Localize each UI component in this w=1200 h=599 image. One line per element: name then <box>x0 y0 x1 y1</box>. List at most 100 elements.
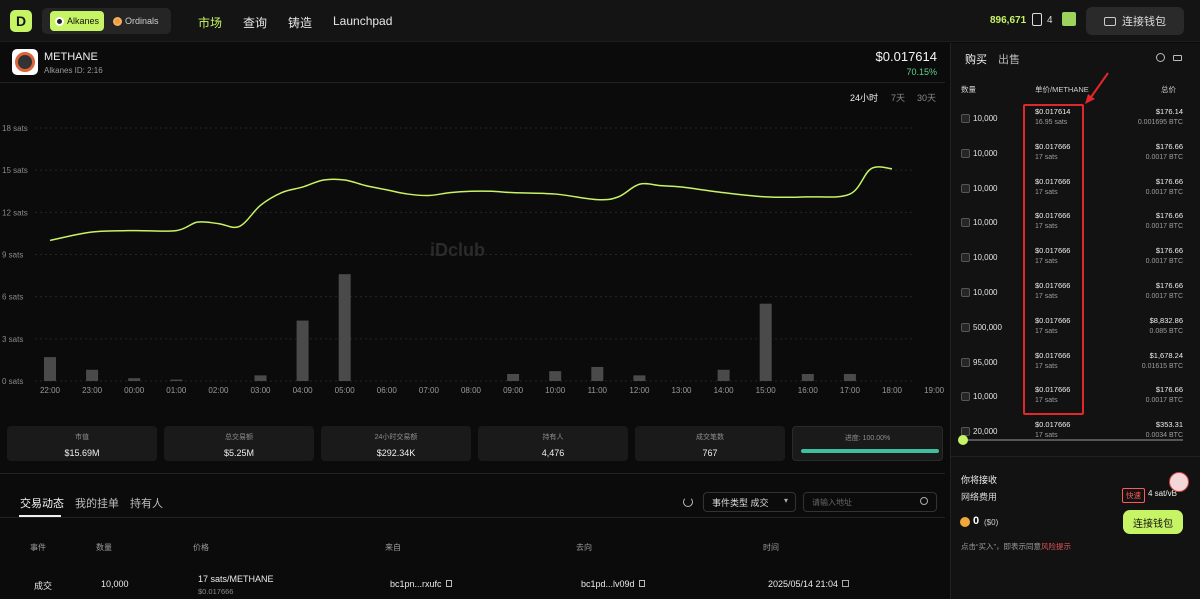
copy-icon[interactable] <box>638 580 645 587</box>
protocol-alkanes[interactable]: Alkanes <box>50 11 105 31</box>
order-checkbox[interactable] <box>961 253 970 263</box>
row-event: 成交 <box>34 581 53 591</box>
network-icon[interactable] <box>1062 12 1076 26</box>
order-checkbox[interactable] <box>961 148 970 158</box>
row-from[interactable]: bc1pn...rxufc <box>390 579 452 589</box>
refresh-icon[interactable] <box>683 497 693 507</box>
order-checkbox[interactable] <box>961 183 970 193</box>
x-tick-label: 12:00 <box>629 386 650 395</box>
x-tick-label: 23:00 <box>82 386 103 395</box>
divider <box>0 517 945 518</box>
refresh-icon[interactable] <box>1156 53 1165 62</box>
volume-bar[interactable] <box>254 375 267 381</box>
ob-header-quantity: 数量 <box>961 85 976 94</box>
event-type-select[interactable]: 事件类型 成交 ▾ <box>703 492 796 512</box>
row-time[interactable]: 2025/05/14 21:04 <box>768 579 850 589</box>
row-to[interactable]: bc1pd...lv09d <box>581 579 645 589</box>
quantity-slider-track[interactable] <box>963 439 1183 441</box>
x-tick-label: 02:00 <box>208 386 229 395</box>
timeframe-7d[interactable]: 7天 <box>891 91 905 104</box>
chevron-down-icon: ▾ <box>783 496 788 505</box>
x-tick-label: 18:00 <box>882 386 903 395</box>
order-checkbox[interactable] <box>961 322 970 332</box>
volume-bar[interactable] <box>44 357 56 381</box>
token-avatar <box>12 49 38 75</box>
volume-bar[interactable] <box>843 373 856 381</box>
annotation-arrow-icon <box>1085 72 1109 104</box>
tab-trade-activity[interactable]: 交易动态 <box>20 495 64 511</box>
x-tick-label: 10:00 <box>545 386 566 395</box>
stat-total-volume: 总交易额 $5.25M <box>164 426 314 461</box>
coin-icon <box>960 517 970 527</box>
chart-watermark: iDclub <box>430 240 486 260</box>
tab-my-orders[interactable]: 我的挂单 <box>75 495 119 511</box>
ob-header-unit-price[interactable]: 单价/METHANE <box>1035 84 1089 95</box>
protocol-ordinals[interactable]: Ordinals <box>108 11 164 31</box>
connect-wallet-button[interactable]: 连接钱包 <box>1086 7 1184 35</box>
tab-sell[interactable]: 出售 <box>998 51 1020 67</box>
header-price: 价格 <box>193 543 209 552</box>
order-total-btc: 0.001695 BTC <box>1137 119 1183 126</box>
nav-market[interactable]: 市场 <box>198 14 222 31</box>
price-line <box>49 166 893 242</box>
volume-bar[interactable] <box>717 369 730 381</box>
order-total-usd: $353.31 <box>1155 420 1183 430</box>
stat-holders: 持有人 4,476 <box>478 426 628 461</box>
volume-bar[interactable] <box>549 371 562 381</box>
order-checkbox[interactable] <box>961 357 970 367</box>
alkanes-icon <box>55 16 64 26</box>
search-icon[interactable] <box>920 497 928 505</box>
x-tick-label: 14:00 <box>714 386 735 395</box>
volume-bar[interactable] <box>759 303 772 381</box>
token-id: Alkanes ID: 2:16 <box>44 66 103 75</box>
x-tick-label: 05:00 <box>335 386 356 395</box>
gas-pump-icon[interactable] <box>1032 13 1042 26</box>
connect-wallet-button[interactable]: 连接钱包 <box>1123 510 1183 534</box>
order-quantity: 10,000 <box>973 288 998 297</box>
volume-bar[interactable] <box>128 378 141 381</box>
address-search-input[interactable] <box>803 492 937 512</box>
order-total-usd: $8,832.86 <box>1149 315 1183 325</box>
risk-link[interactable]: 风险提示 <box>1041 542 1071 551</box>
volume-bar[interactable] <box>633 375 646 381</box>
volume-bar[interactable] <box>86 369 99 381</box>
fee-speed-badge[interactable]: 快速 <box>1122 488 1145 503</box>
nav-query[interactable]: 查询 <box>243 14 267 31</box>
tab-buy[interactable]: 购买 <box>965 51 987 67</box>
volume-bar[interactable] <box>338 274 351 381</box>
external-link-icon[interactable] <box>842 580 850 587</box>
timeframe-24h[interactable]: 24小时 <box>850 91 878 104</box>
tab-holders[interactable]: 持有人 <box>130 495 163 511</box>
volume-bar[interactable] <box>296 320 309 381</box>
stat-24h-volume: 24小时交易额 $292.34K <box>321 426 471 461</box>
row-quantity: 10,000 <box>101 579 129 589</box>
network-fee-label: 网络费用 <box>961 492 998 502</box>
filter-icon[interactable] <box>1173 55 1182 61</box>
volume-bar[interactable] <box>507 373 520 381</box>
order-quantity: 10,000 <box>973 253 998 263</box>
volume-bar[interactable] <box>170 379 183 381</box>
volume-bar[interactable] <box>591 366 604 381</box>
order-checkbox[interactable] <box>961 392 970 402</box>
x-tick-label: 06:00 <box>377 386 398 395</box>
order-checkbox[interactable] <box>961 114 970 123</box>
x-tick-label: 00:00 <box>124 386 145 395</box>
nav-launchpad[interactable]: Launchpad <box>333 14 392 28</box>
order-checkbox[interactable] <box>961 218 970 228</box>
x-tick-label: 16:00 <box>798 386 819 395</box>
header-time: 时间 <box>763 543 779 552</box>
order-total-usd: $176.66 <box>1155 141 1183 151</box>
copy-icon[interactable] <box>445 580 452 587</box>
gas-count: 4 <box>1047 15 1053 26</box>
token-name: METHANE <box>44 51 98 63</box>
timeframe-30d[interactable]: 30天 <box>917 91 936 104</box>
quantity-slider-handle[interactable] <box>958 435 968 445</box>
order-checkbox[interactable] <box>961 288 970 297</box>
idclub-logo[interactable]: D <box>10 10 32 32</box>
receive-amount: 0 <box>973 515 980 527</box>
nav-mint[interactable]: 铸造 <box>288 14 312 31</box>
y-tick-label: 6 sats <box>2 293 23 302</box>
translate-icon[interactable] <box>1169 472 1189 492</box>
progress-bar <box>801 449 939 453</box>
volume-bar[interactable] <box>801 373 814 381</box>
